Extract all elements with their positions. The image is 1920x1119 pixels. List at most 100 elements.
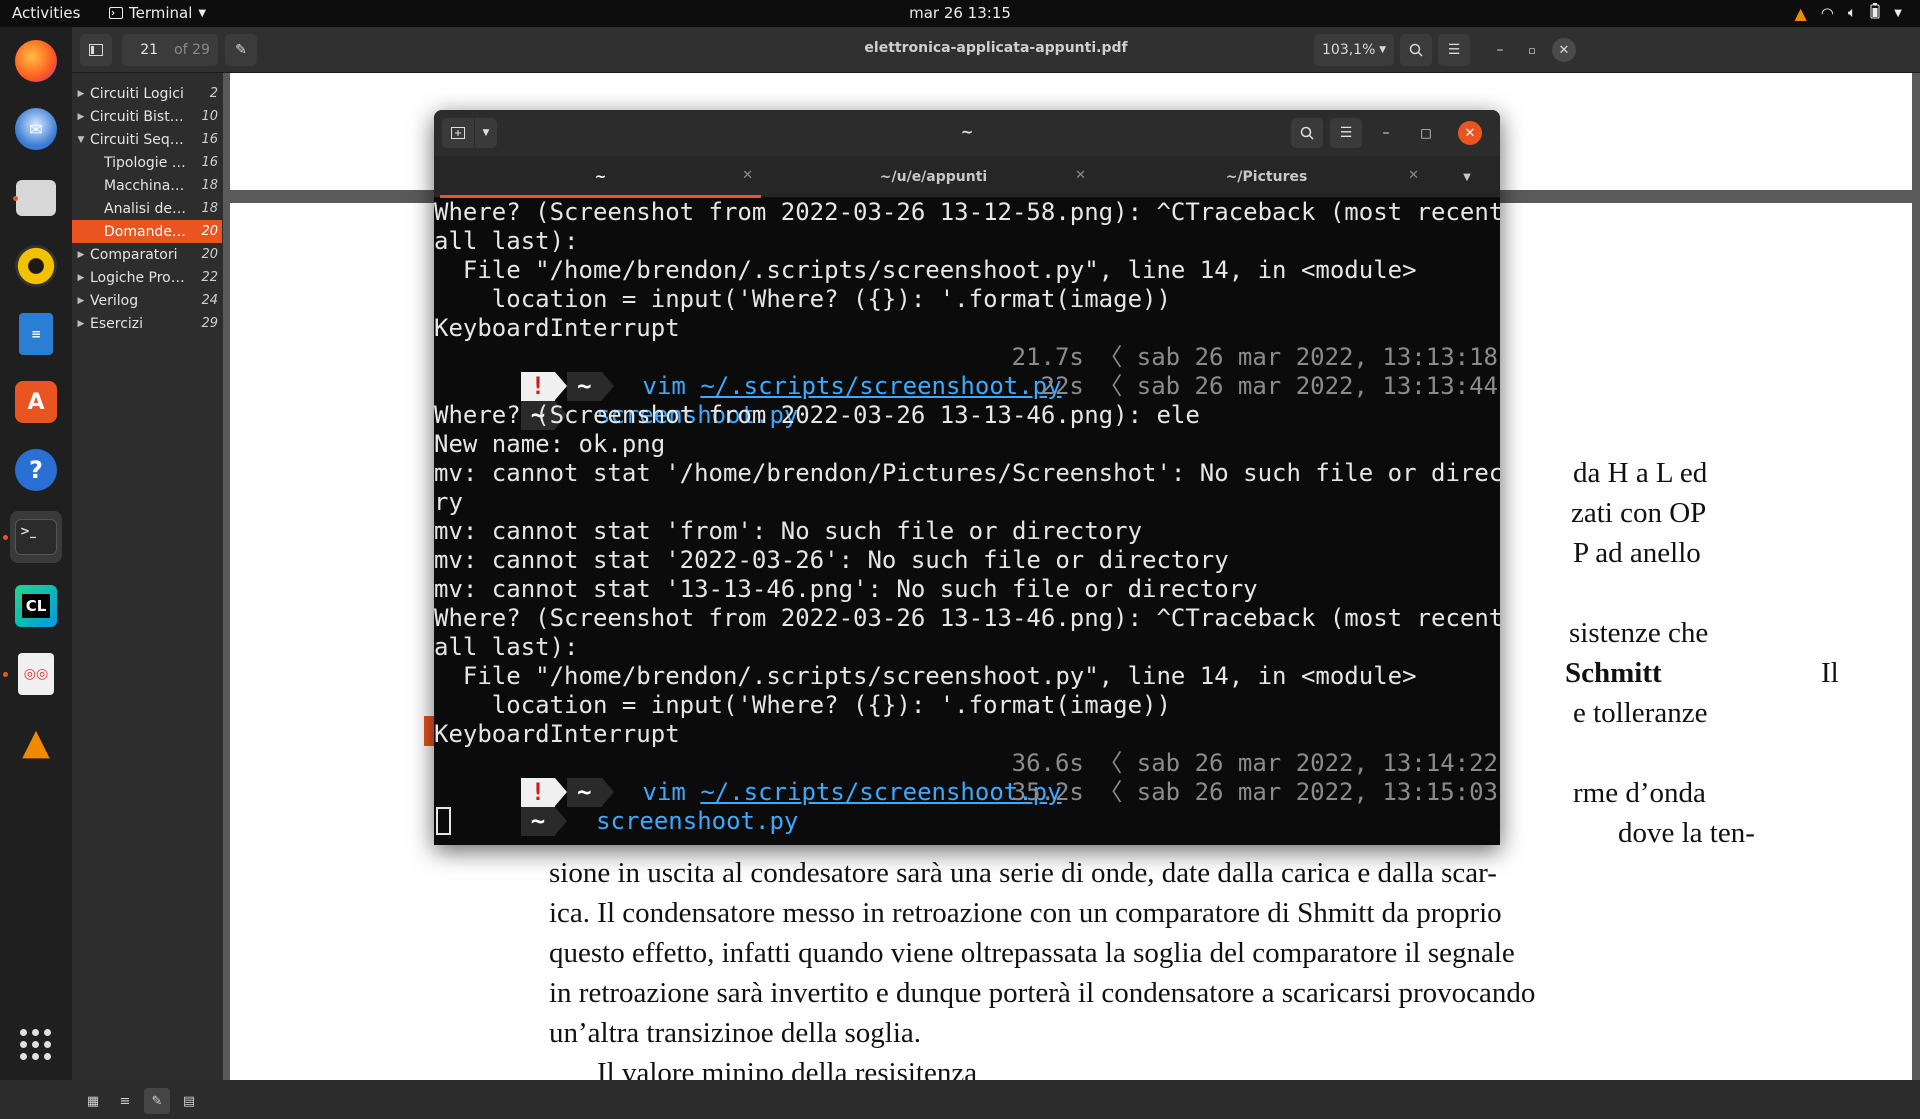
- dock-files[interactable]: [10, 172, 62, 224]
- chevron-down-icon: ▼: [1379, 45, 1386, 55]
- outline-item[interactable]: Analisi de… 18: [72, 197, 222, 220]
- document-viewer-header: 21 of 29 ✎ elettronica-applicata-appunti…: [72, 27, 1920, 73]
- vlc-tray-icon[interactable]: ▲: [1794, 4, 1806, 23]
- maximize-button[interactable]: ▫: [1518, 34, 1546, 66]
- page-selector[interactable]: 21 of 29: [122, 34, 218, 66]
- app-menu[interactable]: Terminal ▼: [109, 4, 206, 22]
- close-tab-icon[interactable]: ✕: [1408, 168, 1419, 183]
- expander-closed-icon[interactable]: ▶: [72, 273, 90, 283]
- minimize-button[interactable]: –: [1486, 34, 1514, 66]
- new-tab-button[interactable]: [442, 118, 474, 148]
- close-tab-icon[interactable]: ✕: [1075, 168, 1086, 183]
- dock-vlc[interactable]: ▲: [10, 716, 62, 768]
- dock-rhythmbox[interactable]: [10, 240, 62, 292]
- expander-closed-icon[interactable]: ▶: [72, 112, 90, 122]
- outline-item[interactable]: ▶ Comparatori 20: [72, 243, 222, 266]
- tab-label: ~/Pictures: [1225, 169, 1308, 185]
- page-text-line: Il valore minino della resisitenza: [597, 1057, 978, 1080]
- outline-icon[interactable]: ≡: [112, 1088, 138, 1114]
- close-button[interactable]: ✕: [1552, 38, 1576, 62]
- thumbnails-icon[interactable]: ▦: [80, 1088, 106, 1114]
- terminal-search-button[interactable]: [1291, 118, 1323, 148]
- annotations-icon[interactable]: ✎: [144, 1088, 170, 1114]
- clion-icon: CL: [15, 585, 57, 627]
- activities-button[interactable]: Activities: [12, 4, 80, 22]
- terminal-output[interactable]: Where? (Screenshot from 2022-03-26 13-12…: [434, 198, 1500, 845]
- terminal-close-button[interactable]: ✕: [1458, 121, 1482, 145]
- annotate-button[interactable]: ✎: [225, 34, 257, 66]
- dock-writer[interactable]: ≡: [10, 308, 62, 360]
- new-tab-menu-button[interactable]: ▼: [475, 118, 497, 148]
- outline-item[interactable]: Tipologie … 16: [72, 151, 222, 174]
- running-indicator: [13, 196, 18, 201]
- outline-item-page: 29: [201, 316, 218, 331]
- expander-open-icon[interactable]: ▼: [72, 135, 90, 145]
- outline-item[interactable]: Macchina… 18: [72, 174, 222, 197]
- terminal-tab-pictures[interactable]: ~/Pictures ✕: [1100, 156, 1433, 198]
- dock-software[interactable]: A: [10, 376, 62, 428]
- focus-marker: [424, 716, 434, 746]
- power-menu-chevron-icon: ▼: [1894, 7, 1902, 19]
- outline-item[interactable]: ▶ Circuiti Logici 2: [72, 82, 222, 105]
- terminal-line: New name: ok.png: [434, 430, 666, 458]
- tab-list-button[interactable]: ▼: [1434, 156, 1500, 198]
- outline-item[interactable]: ▶ Esercizi 29: [72, 312, 222, 335]
- outline-item-page: 24: [201, 293, 218, 308]
- dock-thunderbird[interactable]: ✉: [10, 103, 62, 155]
- expander-closed-icon[interactable]: ▶: [72, 319, 90, 329]
- page-text-fragment: zati con OP: [1571, 497, 1707, 529]
- chevron-down-icon: ▼: [198, 7, 207, 19]
- terminal-minimize-button[interactable]: –: [1374, 118, 1398, 148]
- terminal-cursor: [436, 807, 451, 835]
- outline-item[interactable]: ▶ Logiche Pro… 22: [72, 266, 222, 289]
- prompt-line: ~ screenshoot.py: [434, 778, 798, 836]
- rhythmbox-icon: [15, 245, 57, 287]
- terminal-line: ry: [434, 488, 463, 516]
- terminal-menu-button[interactable]: ☰: [1330, 118, 1362, 148]
- clock[interactable]: mar 26 13:15: [0, 4, 1920, 22]
- thunderbird-icon: ✉: [15, 108, 57, 150]
- bookmarks-icon[interactable]: ▤: [176, 1088, 202, 1114]
- sidebar-toggle-button[interactable]: [80, 34, 112, 66]
- terminal-maximize-button[interactable]: □: [1414, 118, 1438, 148]
- chevron-down-icon: ▼: [482, 128, 490, 138]
- outline-item-label: Comparatori: [90, 246, 178, 263]
- expander-closed-icon[interactable]: ▶: [72, 250, 90, 260]
- main-menu-button[interactable]: ☰: [1438, 34, 1470, 66]
- outline-item[interactable]: ▶ Circuiti Bist… 10: [72, 105, 222, 128]
- outline-item-label: Logiche Pro…: [90, 269, 185, 286]
- page-text-line: un’altra transizinoe della soglia.: [549, 1017, 922, 1049]
- prompt-line: ! ~ vim ~/.scripts/screenshoot.py: [434, 343, 1062, 401]
- dock-help[interactable]: ?: [10, 444, 62, 496]
- outline-item[interactable]: Domande… 20: [72, 220, 222, 243]
- expander-closed-icon[interactable]: ▶: [72, 89, 90, 99]
- terminal-tab-home[interactable]: ~ ✕: [434, 156, 767, 198]
- show-applications-button[interactable]: [20, 1029, 51, 1060]
- page-text-fragment: Il: [1821, 657, 1839, 689]
- close-tab-icon[interactable]: ✕: [742, 168, 753, 183]
- minimize-icon: –: [1496, 42, 1504, 58]
- search-button[interactable]: [1400, 34, 1432, 66]
- terminal-window[interactable]: ▼ ~ ☰ – □ ✕ ~ ✕ ~/u/e/appunti ✕ ~/Pictur…: [434, 110, 1500, 845]
- system-tray[interactable]: ▲ ◠ 🔈︎ ▼: [1794, 3, 1902, 23]
- terminal-tab-appunti[interactable]: ~/u/e/appunti ✕: [767, 156, 1100, 198]
- dock-firefox[interactable]: [10, 35, 62, 87]
- terminal-line: Where? (Screenshot from 2022-03-26 13-13…: [434, 604, 1500, 632]
- dock-clion[interactable]: CL: [10, 580, 62, 632]
- zoom-selector[interactable]: 103,1% ▼: [1314, 34, 1394, 66]
- outline-item-page: 20: [201, 224, 218, 239]
- outline-item-label: Esercizi: [90, 315, 144, 332]
- outline-item[interactable]: ▶ Verilog 24: [72, 289, 222, 312]
- page-text-fragment: P ad anello: [1573, 537, 1701, 569]
- page-number-input[interactable]: 21: [130, 42, 168, 58]
- terminal-app-icon: [109, 7, 123, 19]
- terminal-line: location = input('Where? ({}): '.format(…: [434, 691, 1171, 719]
- page-text-line: in retroazione sarà invertito e dunque p…: [549, 977, 1536, 1009]
- pencil-icon: ✎: [235, 42, 247, 58]
- dock-terminal[interactable]: >_: [3, 511, 62, 563]
- dock-document-viewer[interactable]: ◎◎: [3, 648, 62, 700]
- page-total: of 29: [174, 42, 210, 58]
- page-text-line: ica. Il condensatore messo in retroazion…: [549, 897, 1502, 929]
- outline-item[interactable]: ▼ Circuiti Seq… 16: [72, 128, 222, 151]
- expander-closed-icon[interactable]: ▶: [72, 296, 90, 306]
